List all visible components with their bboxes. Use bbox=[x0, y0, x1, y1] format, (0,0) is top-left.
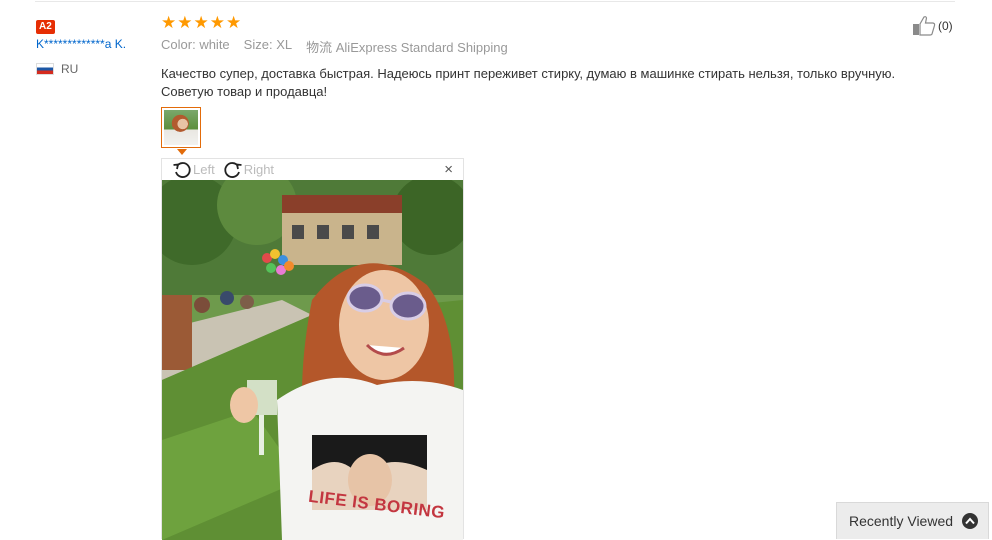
color-attribute-label: Color: bbox=[161, 37, 196, 52]
rotate-left-button[interactable]: Left bbox=[172, 160, 215, 180]
rotate-left-icon bbox=[173, 161, 191, 178]
buyer-level-badge: A2 bbox=[36, 20, 55, 34]
buyer-country: RU bbox=[36, 62, 148, 76]
buyer-info: A2 K*************a K. RU bbox=[36, 17, 148, 76]
star-icon: ★ bbox=[177, 13, 193, 32]
size-attribute-label: Size: bbox=[243, 37, 273, 52]
buyer-name-link[interactable]: K*************a K. bbox=[36, 36, 146, 52]
shipping-attribute-value: AliExpress Standard Shipping bbox=[335, 40, 508, 55]
color-attribute: Color: white bbox=[161, 37, 230, 56]
star-icon: ★ bbox=[209, 13, 225, 32]
review-photo-thumbnail[interactable] bbox=[161, 107, 201, 148]
russia-flag-icon bbox=[36, 63, 54, 75]
star-rating: ★ ★ ★ ★ ★ bbox=[161, 14, 961, 32]
rotate-right-label: Right bbox=[243, 162, 275, 177]
helpful-count: (0) bbox=[938, 19, 953, 33]
shipping-attribute: 物流 AliExpress Standard Shipping bbox=[306, 37, 508, 56]
size-attribute: Size: XL bbox=[244, 37, 292, 56]
review-photo: LIFE IS BORING bbox=[162, 180, 463, 540]
chevron-up-icon bbox=[962, 513, 979, 529]
size-attribute-value: XL bbox=[276, 37, 293, 52]
top-divider bbox=[35, 1, 955, 2]
recently-viewed-label: Recently Viewed bbox=[849, 513, 954, 529]
photo-viewer-toolbar: Left Right × bbox=[162, 159, 463, 180]
review-body: ★ ★ ★ ★ ★ Color: white Size: XL 物流 AliEx… bbox=[161, 14, 961, 101]
star-icon: ★ bbox=[161, 13, 177, 32]
thumbs-up-icon bbox=[913, 16, 936, 36]
recently-viewed-button[interactable]: Recently Viewed bbox=[836, 502, 989, 539]
rotate-left-label: Left bbox=[193, 162, 215, 177]
country-code: RU bbox=[61, 62, 79, 76]
photo-viewer: Left Right × LIFE IS BORING bbox=[161, 158, 464, 540]
order-attributes: Color: white Size: XL 物流 AliExpress Stan… bbox=[161, 37, 961, 56]
shipping-attribute-label: 物流 bbox=[306, 40, 333, 55]
star-icon: ★ bbox=[193, 13, 209, 32]
rotate-right-button[interactable]: Right bbox=[223, 160, 274, 180]
review-text: Качество супер, доставка быстрая. Надеюс… bbox=[161, 66, 896, 99]
rotate-right-icon bbox=[224, 161, 242, 178]
helpful-button[interactable]: (0) bbox=[912, 15, 953, 37]
thumbnail-image bbox=[164, 110, 198, 145]
review-photo-image bbox=[162, 180, 463, 540]
star-icon: ★ bbox=[226, 13, 242, 32]
thumbnail-pointer bbox=[177, 149, 187, 155]
color-attribute-value: white bbox=[199, 37, 230, 52]
close-viewer-button[interactable]: × bbox=[444, 162, 453, 177]
